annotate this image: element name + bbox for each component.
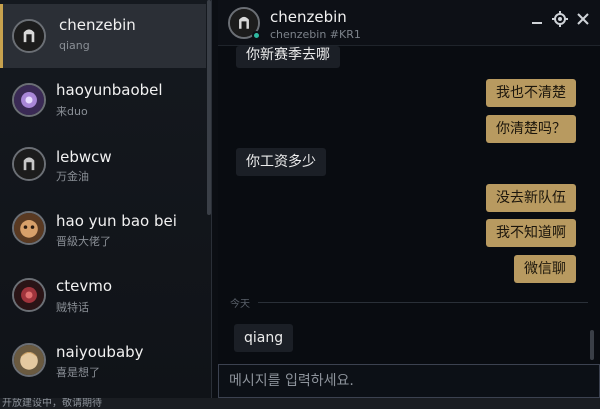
- contact-name: chenzebin: [59, 16, 136, 34]
- contact-name: ctevmo: [56, 277, 113, 295]
- contact-name: naiyoubaby: [56, 343, 144, 361]
- message-outgoing: 没去新队伍: [486, 184, 576, 212]
- contact-status: 来duo: [56, 105, 88, 118]
- avatar: [12, 343, 46, 377]
- chat-contact-riot-id: chenzebin #KR1: [270, 28, 361, 41]
- chat-scrollbar[interactable]: [590, 330, 594, 360]
- message-outgoing: 我也不清楚: [486, 79, 576, 107]
- contact-status: 喜是想了: [56, 366, 100, 379]
- friend-list: chenzebin qiang haoyunbaobel 来duo lebwcw…: [0, 0, 212, 398]
- gear-icon[interactable]: [551, 10, 569, 28]
- contact-name: hao yun bao bei: [56, 212, 177, 230]
- friend-list-scrollbar[interactable]: [207, 0, 211, 215]
- message-incoming: 你新赛季去哪: [236, 46, 340, 68]
- contact-item-lebwcw[interactable]: lebwcw 万金油: [0, 132, 206, 196]
- contact-status: 晋級大佬了: [56, 235, 111, 248]
- contact-name: haoyunbaobel: [56, 81, 163, 99]
- message-outgoing: 微信聊: [514, 255, 576, 283]
- date-separator: 今天: [228, 296, 588, 310]
- contact-item-chenzebin[interactable]: chenzebin qiang: [0, 4, 206, 68]
- contact-item-ctevmo[interactable]: ctevmo 贼特话: [0, 262, 206, 326]
- chat-panel: chenzebin chenzebin #KR1 你新赛季去哪 我也不清楚 你清…: [218, 0, 600, 398]
- chat-header: chenzebin chenzebin #KR1: [218, 0, 600, 46]
- message-outgoing: 你清楚吗？: [486, 115, 576, 143]
- minimize-icon[interactable]: [528, 10, 546, 28]
- message-incoming: 你工资多少: [236, 148, 326, 176]
- chat-contact-name: chenzebin: [270, 8, 347, 26]
- contact-status: 贼特话: [56, 301, 89, 314]
- contact-name: lebwcw: [56, 148, 112, 166]
- contact-item-hao-yun-bao-bei[interactable]: hao yun bao bei 晋級大佬了: [0, 196, 206, 260]
- divider: [258, 302, 588, 303]
- contact-status: 万金油: [56, 170, 89, 183]
- message-input-container: [218, 364, 600, 398]
- date-separator-label: 今天: [230, 299, 250, 310]
- message-outgoing: 我不知道啊: [486, 219, 576, 247]
- contact-item-naiyoubaby[interactable]: naiyoubaby 喜是想了: [0, 326, 206, 390]
- message-incoming: qiang: [234, 324, 294, 352]
- message-input[interactable]: [219, 365, 599, 397]
- online-status-dot: [252, 31, 261, 40]
- contact-status: qiang: [59, 39, 90, 52]
- avatar: [12, 147, 46, 181]
- avatar: [12, 278, 46, 312]
- avatar: [12, 211, 46, 245]
- avatar: [12, 83, 46, 117]
- avatar: [12, 19, 46, 53]
- status-bar: 开放建设中，敬请期待: [0, 398, 600, 409]
- status-bar-text: 开放建设中，敬请期待: [2, 398, 102, 409]
- close-icon[interactable]: [574, 10, 592, 28]
- contact-item-haoyunbaobel[interactable]: haoyunbaobel 来duo: [0, 68, 206, 132]
